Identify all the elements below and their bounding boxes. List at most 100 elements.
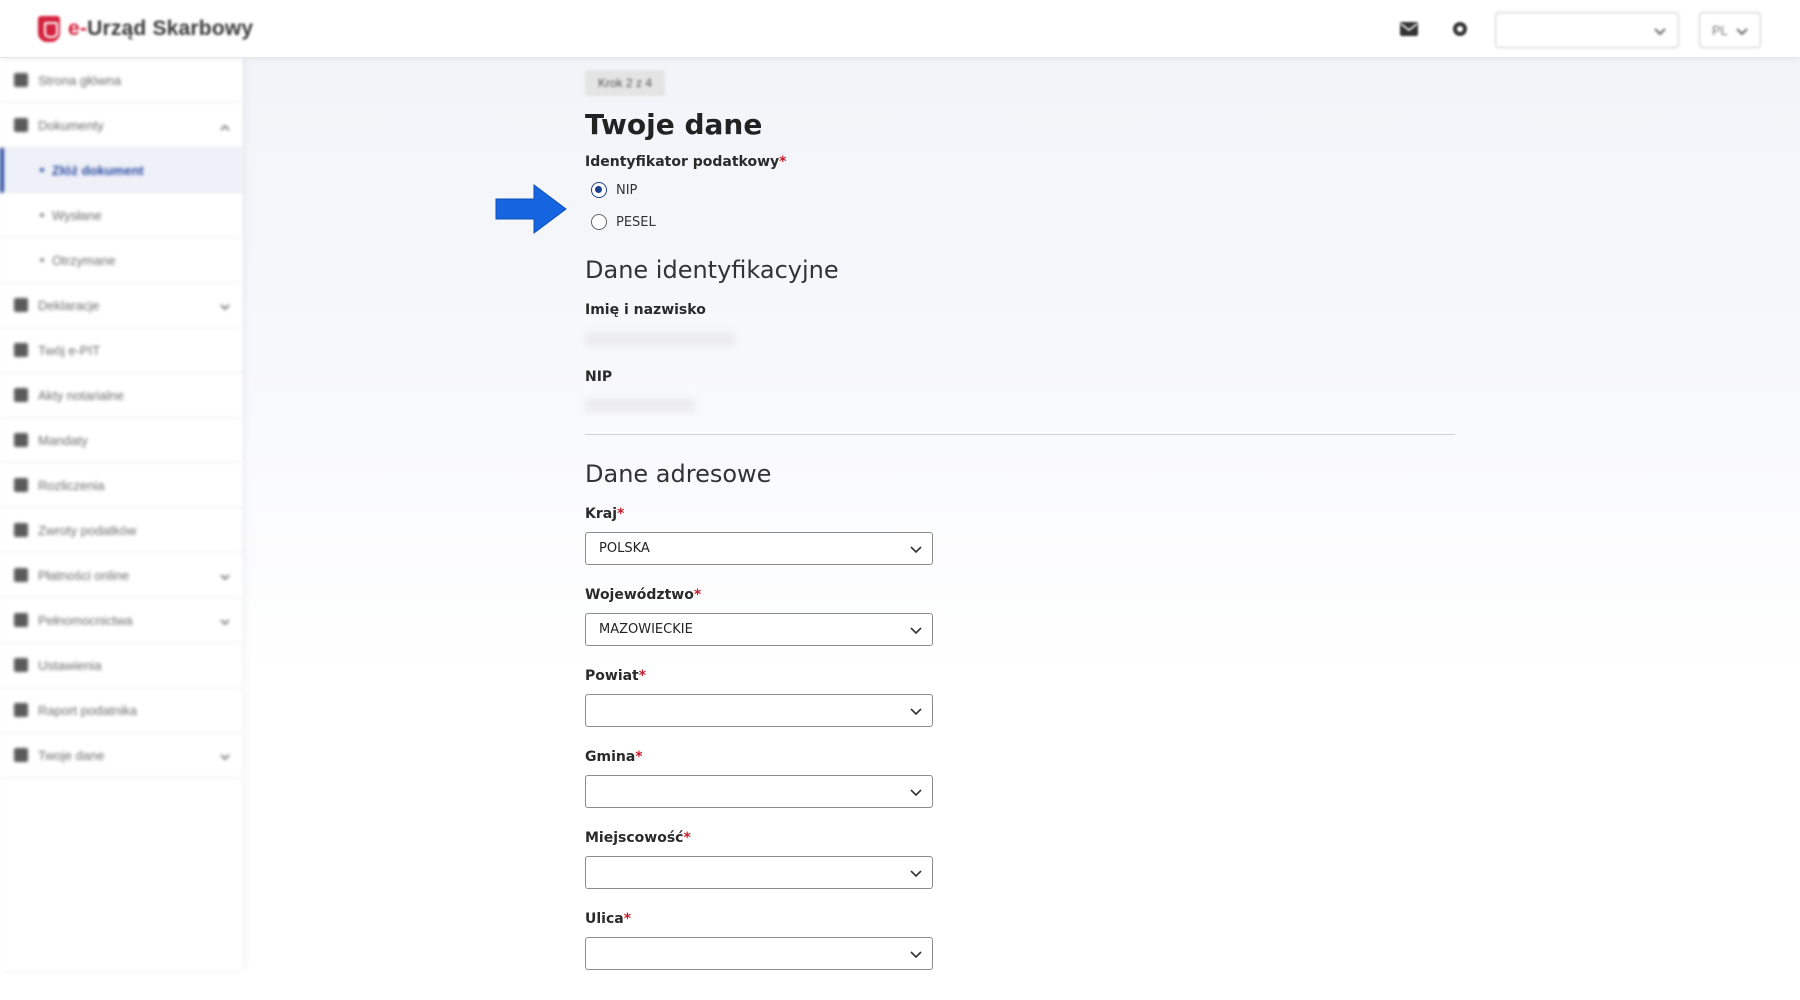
sidebar-item-notary-acts[interactable]: Akty notarialne	[0, 373, 242, 418]
sidebar-item-taxpayer-report[interactable]: Raport podatnika	[0, 688, 242, 733]
sidebar-item-label: Złóż dokument	[52, 162, 144, 178]
sidebar-item-fines[interactable]: Mandaty	[0, 418, 242, 463]
nip-label: NIP	[585, 369, 613, 385]
nip-value	[585, 398, 695, 412]
street-label: Ulica*	[585, 911, 632, 927]
identification-section-title: Dane identyfikacyjne	[585, 256, 839, 284]
sidebar-item-settlements[interactable]: Rozliczenia	[0, 463, 242, 508]
radio-pesel[interactable]: PESEL	[591, 214, 656, 230]
annotation-arrow-icon	[494, 182, 568, 236]
sidebar-item-online-payments[interactable]: Płatności online	[0, 553, 242, 598]
notary-icon	[14, 388, 28, 402]
chevron-down-icon	[910, 543, 922, 558]
envelope-icon[interactable]	[1398, 18, 1420, 40]
wallet-icon	[14, 478, 28, 492]
county-select[interactable]	[585, 694, 933, 727]
eagle-emblem-icon	[38, 16, 60, 42]
sidebar-item-declarations[interactable]: Deklaracje	[0, 283, 242, 328]
chevron-up-icon	[220, 119, 230, 134]
users-icon	[14, 613, 28, 627]
sidebar: Strona główna Dokumenty Złóż dokument Wy…	[0, 58, 242, 970]
gear-icon	[14, 658, 28, 672]
page-title: Twoje dane	[585, 108, 763, 141]
voivodeship-value: MAZOWIECKIE	[599, 622, 693, 637]
top-header: e-Urząd Skarbowy PL	[0, 0, 1800, 58]
refund-icon	[14, 523, 28, 537]
chevron-down-icon	[910, 705, 922, 720]
radio-pesel-label: PESEL	[616, 214, 656, 230]
radio-nip-label: NIP	[616, 182, 638, 198]
sidebar-item-label: Deklaracje	[38, 297, 100, 313]
sidebar-item-label: Mandaty	[38, 432, 88, 448]
sidebar-item-sent[interactable]: Wysłane	[0, 193, 242, 238]
ticket-icon	[14, 433, 28, 447]
sidebar-item-label: Rozliczenia	[38, 477, 105, 493]
municipality-select[interactable]	[585, 775, 933, 808]
radio-button[interactable]	[591, 214, 607, 230]
sidebar-item-label: Wysłane	[52, 207, 102, 223]
sidebar-item-documents[interactable]: Dokumenty	[0, 103, 242, 148]
radio-button-checked[interactable]	[591, 182, 607, 198]
sidebar-item-label: Dokumenty	[38, 117, 104, 133]
section-divider	[585, 434, 1455, 435]
chevron-down-icon	[910, 948, 922, 963]
sidebar-item-label: Twój e-PIT	[38, 342, 101, 358]
sidebar-item-label: Płatności online	[38, 567, 130, 583]
sidebar-item-submit-document[interactable]: Złóż dokument	[0, 148, 242, 193]
chevron-down-icon	[910, 867, 922, 882]
chevron-down-icon	[910, 624, 922, 639]
voivodeship-select[interactable]: MAZOWIECKIE	[585, 613, 933, 646]
chevron-down-icon	[220, 299, 230, 314]
user-icon	[14, 748, 28, 762]
chevron-down-icon	[1736, 24, 1748, 39]
document-icon	[14, 298, 28, 312]
address-section-title: Dane adresowe	[585, 460, 772, 488]
municipality-label: Gmina*	[585, 749, 643, 765]
chevron-down-icon	[220, 614, 230, 629]
chevron-down-icon	[910, 786, 922, 801]
locality-select[interactable]	[585, 856, 933, 889]
sidebar-item-powers-of-attorney[interactable]: Pełnomocnictwa	[0, 598, 242, 643]
brand[interactable]: e-Urząd Skarbowy	[38, 15, 253, 43]
voivodeship-label: Województwo*	[585, 587, 702, 603]
chevron-down-icon	[1654, 24, 1666, 39]
sidebar-item-label: Otrzymane	[52, 252, 116, 268]
sidebar-item-your-data[interactable]: Twoje dane	[0, 733, 242, 778]
gear-icon[interactable]	[1449, 18, 1471, 40]
home-icon	[14, 73, 28, 87]
account-select[interactable]	[1495, 12, 1679, 48]
main-area	[242, 58, 1800, 1000]
sidebar-item-label: Akty notarialne	[38, 387, 124, 403]
name-value	[585, 332, 735, 346]
sidebar-item-label: Zwroty podatków	[38, 522, 137, 538]
country-label: Kraj*	[585, 506, 625, 522]
brand-title: e-Urząd Skarbowy	[68, 17, 254, 40]
sidebar-item-tax-refunds[interactable]: Zwroty podatków	[0, 508, 242, 553]
country-select[interactable]: POLSKA	[585, 532, 933, 565]
document-icon	[14, 343, 28, 357]
card-icon	[14, 568, 28, 582]
bullet-icon	[40, 168, 44, 172]
chevron-down-icon	[220, 749, 230, 764]
sidebar-item-home[interactable]: Strona główna	[0, 58, 242, 103]
report-icon	[14, 703, 28, 717]
name-label: Imię i nazwisko	[585, 302, 706, 318]
sidebar-item-settings[interactable]: Ustawienia	[0, 643, 242, 688]
sidebar-item-label: Strona główna	[38, 72, 122, 88]
country-value: POLSKA	[599, 541, 650, 556]
language-value: PL	[1712, 22, 1728, 38]
chevron-down-icon	[220, 569, 230, 584]
sidebar-item-label: Raport podatnika	[38, 702, 138, 718]
language-select[interactable]: PL	[1699, 12, 1761, 48]
document-icon	[14, 118, 28, 132]
tax-id-label: Identyfikator podatkowy*	[585, 154, 787, 170]
bullet-icon	[40, 258, 44, 262]
bullet-icon	[40, 213, 44, 217]
sidebar-item-epit[interactable]: Twój e-PIT	[0, 328, 242, 373]
sidebar-item-received[interactable]: Otrzymane	[0, 238, 242, 283]
radio-nip[interactable]: NIP	[591, 182, 637, 198]
sidebar-item-label: Pełnomocnictwa	[38, 612, 133, 628]
street-select[interactable]	[585, 937, 933, 970]
sidebar-item-label: Twoje dane	[38, 747, 105, 763]
step-badge: Krok 2 z 4	[585, 70, 666, 96]
